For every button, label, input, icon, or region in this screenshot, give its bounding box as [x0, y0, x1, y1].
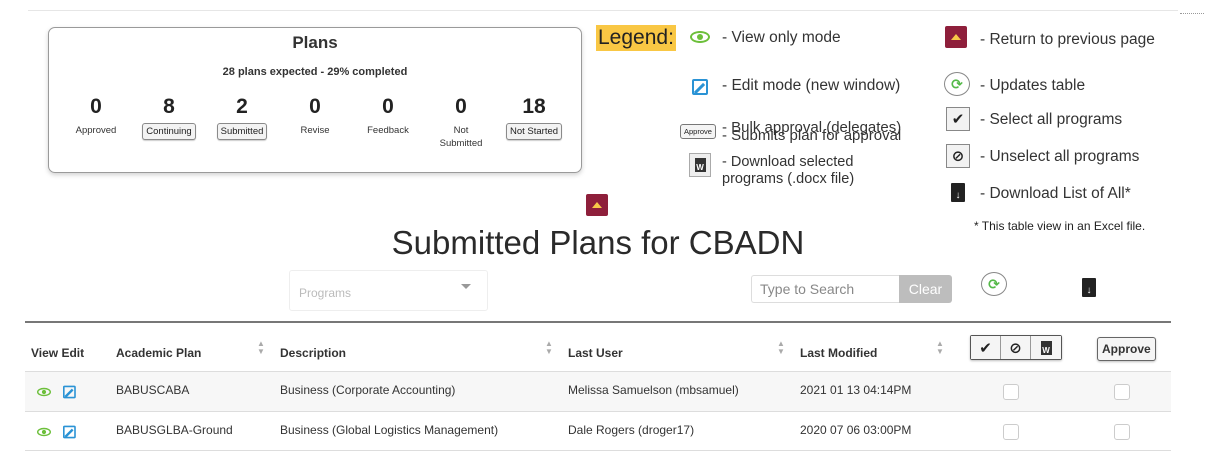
- docx-icon: W: [689, 153, 711, 177]
- not-started-button[interactable]: Not Started: [505, 123, 563, 140]
- unselect-icon: ⊘: [1009, 339, 1022, 357]
- stat-not-submitted-count: 0: [455, 95, 467, 118]
- search-input[interactable]: [751, 275, 899, 303]
- legend-download-all: - Download List of All*: [980, 185, 1131, 202]
- sort-icon[interactable]: ▲ ▼: [545, 340, 553, 356]
- cell-last-modified: 2021 01 13 04:14PM: [800, 383, 912, 397]
- programs-placeholder: Programs: [299, 286, 352, 300]
- stat-not-submitted: 0 Not Submitted: [421, 94, 501, 150]
- refresh-icon: ⟳: [981, 272, 1007, 296]
- download-file-icon: ↓: [1082, 278, 1096, 297]
- legend-return-prev: - Return to previous page: [980, 31, 1155, 48]
- stat-approved-count: 0: [90, 95, 102, 118]
- stat-approved: 0 Approved: [56, 94, 136, 137]
- view-eye-icon[interactable]: [37, 386, 57, 398]
- stat-revise: 0 Revise: [275, 94, 355, 137]
- checkmark-icon: ✔: [979, 339, 992, 357]
- cell-last-user: Melissa Samuelson (mbsamuel): [568, 383, 739, 397]
- select-checkbox[interactable]: [1003, 384, 1019, 400]
- clear-button[interactable]: Clear: [899, 275, 952, 303]
- select-all-button[interactable]: ✔: [971, 336, 1001, 359]
- col-description[interactable]: Description: [280, 346, 346, 360]
- stat-not-started: 18 Not Started: [494, 94, 574, 140]
- download-all-button[interactable]: ↓: [1082, 278, 1096, 297]
- selection-button-group: ✔ ⊘ W: [970, 335, 1062, 360]
- cell-academic-plan: BABUSGLBA-Ground: [116, 423, 233, 437]
- continuing-button[interactable]: Continuing: [142, 123, 196, 140]
- return-back-icon: [586, 194, 608, 216]
- legend-submits-plan: - Submits plan for approval: [722, 127, 902, 144]
- stat-feedback-label: Feedback: [367, 125, 409, 136]
- return-button[interactable]: [586, 194, 608, 216]
- download-selected-button[interactable]: W: [1031, 336, 1061, 359]
- docx-icon: W: [1038, 339, 1054, 357]
- col-last-user[interactable]: Last User: [568, 346, 623, 360]
- stat-approved-label: Approved: [75, 125, 117, 136]
- edit-icon[interactable]: [63, 384, 79, 400]
- col-view-edit: View Edit: [31, 346, 85, 360]
- cell-academic-plan: BABUSCABA: [116, 383, 190, 397]
- view-eye-icon: [689, 30, 711, 44]
- stat-continuing-count: 8: [163, 95, 175, 118]
- top-divider: [28, 10, 1178, 11]
- sort-icon[interactable]: ▲ ▼: [936, 340, 944, 356]
- download-file-icon: ↓: [951, 183, 965, 202]
- approve-checkbox[interactable]: [1114, 384, 1130, 400]
- refresh-table-button[interactable]: ⟳: [981, 272, 1007, 296]
- chevron-down-icon: [461, 284, 471, 289]
- plans-title: Plans: [292, 33, 338, 52]
- stat-not-submitted-label: Not Submitted: [439, 125, 483, 149]
- view-eye-icon[interactable]: [37, 426, 57, 438]
- plans-table: View Edit Academic Plan ▲ ▼ Description ▲…: [25, 321, 1171, 451]
- stat-revise-label: Revise: [300, 125, 330, 136]
- approve-button[interactable]: Approve: [1097, 337, 1156, 361]
- cell-last-modified: 2020 07 06 03:00PM: [800, 423, 912, 437]
- page-title: Submitted Plans for CBADN: [391, 224, 805, 261]
- edit-icon[interactable]: [63, 424, 79, 440]
- programs-dropdown[interactable]: Programs: [289, 270, 488, 311]
- select-checkbox[interactable]: [1003, 424, 1019, 440]
- cell-description: Business (Corporate Accounting): [280, 383, 456, 397]
- sort-icon[interactable]: ▲ ▼: [257, 340, 265, 356]
- col-last-modified[interactable]: Last Modified: [800, 346, 877, 360]
- submitted-button[interactable]: Submitted: [216, 123, 268, 140]
- table-row: BABUSGLBA-Ground Business (Global Logist…: [25, 411, 1171, 451]
- stat-submitted: 2 Submitted: [202, 94, 282, 140]
- dotted-decoration: [1180, 13, 1204, 14]
- approve-checkbox[interactable]: [1114, 424, 1130, 440]
- cell-description: Business (Global Logistics Management): [280, 423, 499, 437]
- cell-last-user: Dale Rogers (droger17): [568, 423, 695, 437]
- legend-updates-table: - Updates table: [980, 77, 1086, 94]
- plans-progress-text: 28 plans expected - 29% completed: [222, 66, 408, 78]
- unselect-all-button[interactable]: ⊘: [1001, 336, 1031, 359]
- stat-feedback: 0 Feedback: [348, 94, 428, 137]
- stat-not-started-count: 18: [522, 95, 546, 118]
- col-academic-plan[interactable]: Academic Plan: [116, 346, 201, 360]
- edit-icon: [690, 77, 710, 97]
- unselect-icon: ⊘: [946, 144, 970, 168]
- legend-download-selected: - Download selected programs (.docx file…: [722, 154, 855, 187]
- table-row: BABUSCABA Business (Corporate Accounting…: [25, 371, 1171, 411]
- legend-view-only: - View only mode: [722, 29, 841, 46]
- return-back-icon: [945, 26, 967, 48]
- legend-edit-mode: - Edit mode (new window): [722, 77, 901, 94]
- sort-icon[interactable]: ▲ ▼: [777, 340, 785, 356]
- legend-title: Legend:: [596, 25, 676, 51]
- stat-continuing: 8 Continuing: [129, 94, 209, 140]
- refresh-icon: ⟳: [944, 72, 970, 96]
- stat-feedback-count: 0: [382, 95, 394, 118]
- stat-revise-count: 0: [309, 95, 321, 118]
- legend-unselect-all: - Unselect all programs: [980, 148, 1140, 165]
- plans-summary-card: Plans 28 plans expected - 29% completed …: [48, 27, 582, 173]
- approve-mini-icon: Approve: [680, 124, 716, 139]
- checkmark-icon: ✔: [946, 107, 970, 131]
- legend-select-all: - Select all programs: [980, 111, 1123, 128]
- stat-submitted-count: 2: [236, 95, 248, 118]
